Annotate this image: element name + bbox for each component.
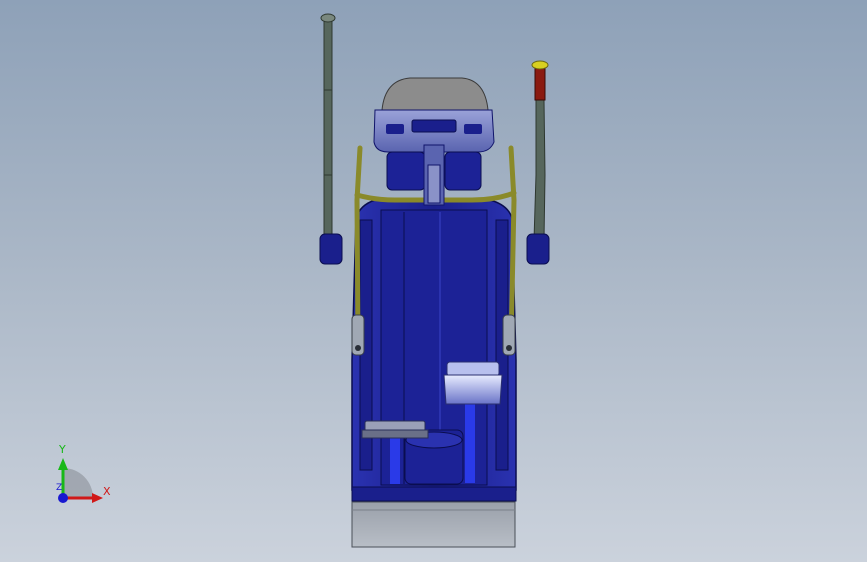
graphics-viewport[interactable]: Y X Z: [0, 0, 867, 562]
x-axis-label: X: [103, 485, 111, 498]
axis-triad: [58, 458, 103, 503]
z-axis-label: Z: [56, 483, 63, 493]
y-axis-label: Y: [59, 443, 66, 456]
